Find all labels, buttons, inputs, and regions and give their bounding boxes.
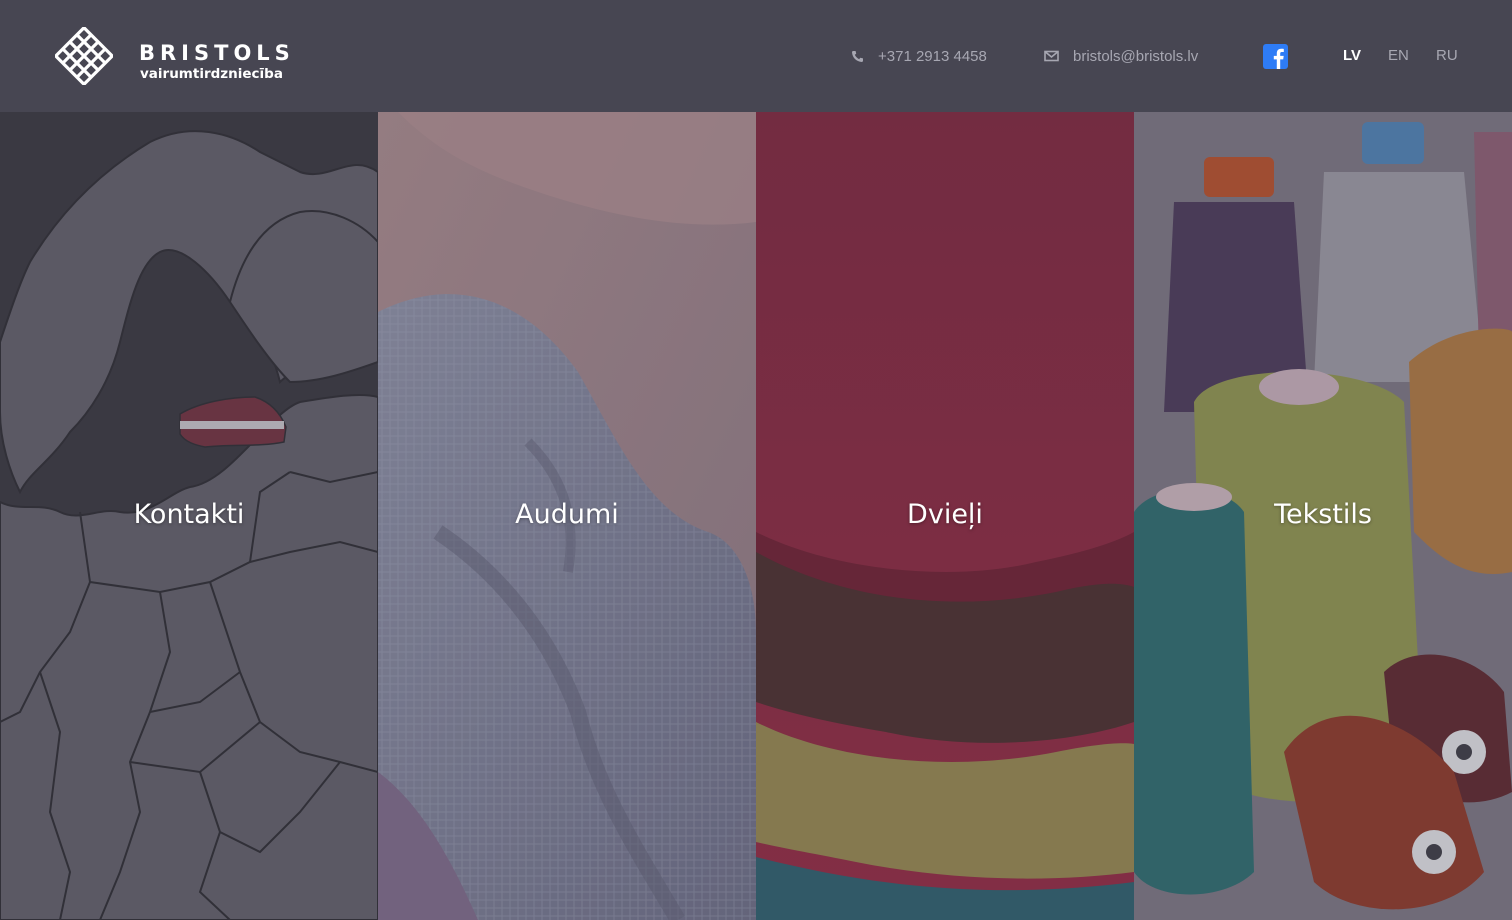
envelope-icon bbox=[1044, 50, 1059, 62]
bristols-logo-icon bbox=[55, 27, 113, 85]
lang-ru[interactable]: RU bbox=[1436, 47, 1458, 65]
panel-label-audumi: Audumi bbox=[515, 499, 619, 530]
lang-en[interactable]: EN bbox=[1388, 47, 1409, 65]
logo-name: BRISTOLS bbox=[139, 41, 295, 65]
panel-label-kontakti: Kontakti bbox=[133, 499, 245, 530]
facebook-icon bbox=[1273, 48, 1284, 69]
phone-number: +371 2913 4458 bbox=[878, 47, 987, 65]
logo-tagline: vairumtirdzniecība bbox=[140, 66, 283, 82]
category-panels: Kontakti Audumi Dvieļi Tekstils bbox=[0, 112, 1512, 920]
phone-icon bbox=[852, 50, 863, 62]
site-header: BRISTOLS vairumtirdzniecība +371 2913 44… bbox=[0, 0, 1512, 112]
email-link[interactable]: bristols@bristols.lv bbox=[1044, 46, 1198, 66]
panel-kontakti[interactable]: Kontakti bbox=[0, 112, 378, 920]
panel-tekstils[interactable]: Tekstils bbox=[1134, 112, 1512, 920]
panel-label-dvieli: Dvieļi bbox=[907, 499, 983, 530]
panel-label-tekstils: Tekstils bbox=[1274, 499, 1372, 530]
panel-audumi[interactable]: Audumi bbox=[378, 112, 756, 920]
phone-link[interactable]: +371 2913 4458 bbox=[851, 46, 987, 66]
email-address: bristols@bristols.lv bbox=[1073, 47, 1199, 65]
facebook-link[interactable] bbox=[1263, 44, 1288, 69]
lang-lv[interactable]: LV bbox=[1343, 47, 1361, 65]
panel-dvieli[interactable]: Dvieļi bbox=[756, 112, 1134, 920]
